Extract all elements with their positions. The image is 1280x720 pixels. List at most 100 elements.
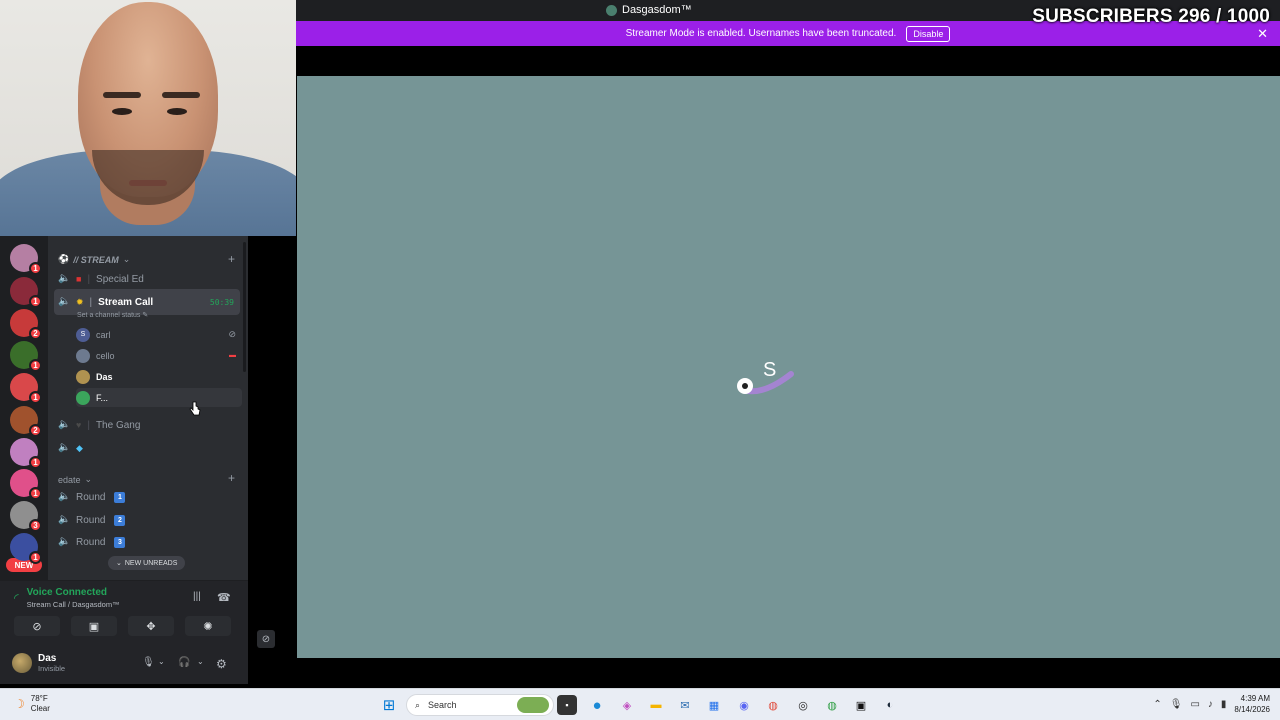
stage-left-strip <box>248 236 297 658</box>
webcam-eye-left <box>112 108 132 115</box>
channel-the-gang[interactable]: 🔈 ♥ | The Gang <box>54 414 240 436</box>
server-icon[interactable]: 1 <box>10 277 42 308</box>
member-carl[interactable]: S carl ⊘ <box>76 325 242 344</box>
copilot-icon[interactable]: ◈ <box>617 695 637 715</box>
number-badge: 1 <box>114 491 126 503</box>
voice-location[interactable]: Stream Call / Dasgasdom™ <box>27 600 120 609</box>
gear-icon[interactable]: ⚙ <box>216 657 227 671</box>
server-icon[interactable]: 1 <box>10 244 42 275</box>
speaker-icon: 🔈 <box>58 536 71 547</box>
member-cello[interactable]: cello ▬ <box>76 346 242 365</box>
taskbar-search[interactable]: ⌕ Search <box>406 694 554 716</box>
store-icon[interactable]: ▦ <box>704 695 724 715</box>
member-das[interactable]: Das <box>76 367 242 386</box>
category-stream[interactable]: ⚽ // STREAM ⌄ <box>58 254 130 265</box>
channel-special-ed[interactable]: 🔈 ■ | Special Ed <box>54 268 240 290</box>
search-icon: ⌕ <box>415 699 421 710</box>
microphone-icon[interactable]: 🎙 <box>1170 699 1183 710</box>
network-icon[interactable]: ▭ <box>1190 699 1199 710</box>
server-rail: NEW 1121121131 <box>0 236 48 580</box>
start-icon[interactable]: ⊞ <box>379 695 399 715</box>
add-channel-icon[interactable]: + <box>228 471 235 485</box>
discord-icon[interactable]: ◉ <box>734 695 754 715</box>
channel-list: ⚽ // STREAM ⌄ + 🔈 ■ | Special Ed 🔈 ✹ | S… <box>48 236 248 580</box>
speaker-icon: 🔈 <box>58 296 71 307</box>
server-icon[interactable]: 2 <box>10 406 42 437</box>
unread-badge: 2 <box>29 327 42 340</box>
soundboard-icon: ✺ <box>203 620 213 633</box>
webcam-overlay <box>0 0 296 236</box>
new-unreads-pill[interactable]: ⌄ NEW UNREADS <box>108 556 186 570</box>
volume-icon[interactable]: ♪ <box>1208 699 1213 710</box>
sun-icon: ✹ <box>76 296 84 307</box>
voice-status-row: ◜ Voice Connected Stream Call / Dasgasdo… <box>14 587 120 609</box>
voice-connected-label[interactable]: Voice Connected <box>27 587 120 598</box>
headphones-icon[interactable]: 🎧 <box>178 657 190 668</box>
server-icon[interactable]: 1 <box>10 373 42 404</box>
noise-suppression-icon[interactable]: ||| <box>193 591 201 602</box>
weather-temp: 78°F <box>30 694 48 703</box>
terminal-icon[interactable]: ▣ <box>851 695 871 715</box>
chrome-profile-icon[interactable]: ◍ <box>822 695 842 715</box>
category-stream-label: // STREAM <box>73 254 119 265</box>
activities-button[interactable]: ✥ <box>128 616 174 636</box>
channel-round-label: Round <box>76 514 106 526</box>
chevron-up-icon[interactable]: ⌃ <box>1153 699 1161 710</box>
channel-stream-call-label: Stream Call <box>98 296 154 308</box>
soccer-ball-icon: ⚽ <box>58 254 70 264</box>
set-channel-status[interactable]: Set a channel status ✎ <box>77 311 148 319</box>
channel-scrollbar[interactable] <box>243 242 246 372</box>
add-channel-icon[interactable]: + <box>228 252 235 266</box>
avatar <box>76 390 90 405</box>
avatar: S <box>76 327 90 342</box>
disconnect-icon[interactable]: ☎ <box>217 591 231 604</box>
disable-button[interactable]: Disable <box>906 25 951 42</box>
channel-round-2[interactable]: 🔈 Round 2 <box>54 509 240 531</box>
book-icon: ■ <box>76 274 82 284</box>
file-explorer-icon[interactable]: ▬ <box>646 695 666 715</box>
live-icon: ▬ <box>229 352 236 359</box>
number-badge: 2 <box>114 514 126 526</box>
activities-icon: ✥ <box>146 620 156 633</box>
number-badge: 3 <box>114 536 126 548</box>
chevron-down-icon[interactable]: ⌄ <box>158 657 165 666</box>
unread-badge: 3 <box>29 519 42 532</box>
server-icon[interactable]: 1 <box>10 533 42 564</box>
search-highlight-icon <box>517 697 549 713</box>
camera-off-button[interactable]: ⊘ <box>14 616 60 636</box>
task-view-icon[interactable]: ▪ <box>557 695 577 715</box>
screen-share-button[interactable]: ▣ <box>71 616 117 636</box>
channel-gem[interactable]: 🔈 ◆ <box>54 437 240 459</box>
channel-round-3[interactable]: 🔈 Round 3 <box>54 531 240 553</box>
server-icon[interactable]: 1 <box>10 341 42 372</box>
clock[interactable]: 4:39 AM 8/14/2026 <box>1234 693 1270 715</box>
chevron-down-icon[interactable]: ⌄ <box>197 657 204 666</box>
obs-icon[interactable]: ◎ <box>793 695 813 715</box>
category-edate[interactable]: edate ⌄ <box>58 474 92 485</box>
avatar <box>76 369 90 384</box>
outlook-icon[interactable]: ✉ <box>675 695 695 715</box>
server-icon[interactable]: 3 <box>10 501 42 532</box>
microphone-icon[interactable]: 🎙 <box>142 657 155 668</box>
user-panel[interactable]: Das Invisible <box>12 653 65 673</box>
call-timer: 50:39 <box>209 297 234 307</box>
stream-mute-button[interactable]: ⊘ <box>257 630 275 648</box>
server-icon[interactable]: 1 <box>10 469 42 500</box>
chrome-icon[interactable]: ◍ <box>763 695 783 715</box>
soundboard-button[interactable]: ✺ <box>185 616 231 636</box>
member-f[interactable]: F... <box>76 388 242 407</box>
app-icon <box>606 4 617 16</box>
speaker-icon: 🔈 <box>58 491 71 502</box>
screen-share-icon: ▣ <box>88 620 100 633</box>
edge-icon[interactable]: ● <box>587 695 607 715</box>
chevron-down-icon: ⌄ <box>116 560 122 567</box>
stream-stage[interactable]: S <box>297 76 1280 658</box>
close-icon[interactable]: ✕ <box>1257 26 1268 42</box>
server-icon[interactable]: 2 <box>10 309 42 340</box>
channel-round-1[interactable]: 🔈 Round 1 <box>54 486 240 508</box>
server-icon[interactable]: 1 <box>10 438 42 469</box>
mic-muted-icon: ⊘ <box>261 633 271 645</box>
weather-widget[interactable]: ☽ 78°F Clear <box>14 694 50 714</box>
battery-icon[interactable]: ▮ <box>1221 699 1227 710</box>
steam-icon[interactable]: ◐ <box>880 695 900 715</box>
